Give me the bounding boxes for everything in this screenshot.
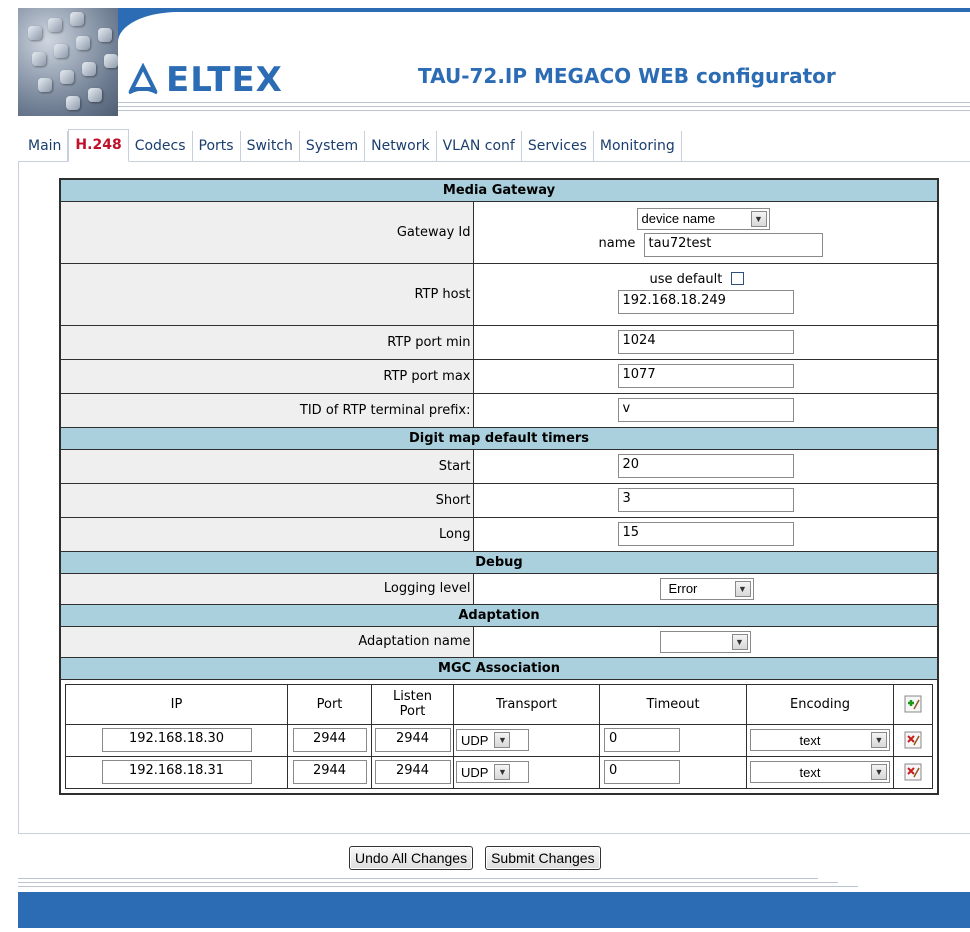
footer-line — [18, 878, 818, 879]
footer-line — [18, 882, 838, 883]
chevron-down-icon: ▼ — [731, 633, 748, 650]
h248-panel: Media Gateway Gateway Id device name ▼ n… — [18, 162, 970, 834]
tab-h248[interactable]: H.248 — [68, 129, 129, 162]
col-encoding: Encoding — [746, 683, 894, 725]
rtp-host-input[interactable]: 192.168.18.249 — [617, 290, 794, 314]
mgc-row: 192.168.18.31 2944 2944 UDP ▼ 0 text ▼ — [65, 755, 933, 789]
tab-switch[interactable]: Switch — [241, 131, 300, 161]
rtp-port-min-label: RTP port min — [59, 324, 474, 360]
logo-text: ELTEX — [166, 60, 283, 100]
rtp-host-label: RTP host — [59, 262, 474, 326]
tab-network[interactable]: Network — [365, 131, 437, 161]
tab-monitoring[interactable]: Monitoring — [594, 131, 682, 161]
h248-settings-table: Media Gateway Gateway Id device name ▼ n… — [59, 178, 939, 795]
rtp-port-min-input[interactable]: 1024 — [617, 330, 794, 354]
mgc-port-input[interactable]: 2944 — [292, 728, 367, 752]
mgc-ip-input[interactable]: 192.168.18.31 — [101, 760, 252, 784]
chevron-down-icon: ▼ — [750, 210, 767, 227]
section-debug: Debug — [59, 550, 939, 574]
short-timer-input[interactable]: 3 — [617, 488, 794, 512]
mgc-association-table: IP Port Listen Port Transport Timeout En… — [65, 683, 933, 789]
chevron-down-icon: ▼ — [494, 764, 511, 780]
long-timer-input[interactable]: 15 — [617, 522, 794, 546]
adaptation-name-select[interactable]: ▼ — [659, 630, 751, 653]
section-media-gateway: Media Gateway — [59, 178, 939, 202]
mgc-listen-port-input[interactable]: 2944 — [374, 728, 451, 752]
header: ELTEX TAU-72.IP MEGACO WEB configurator — [0, 0, 970, 130]
top-bar-curve — [118, 12, 970, 46]
rtp-host-cell: use default 192.168.18.249 — [472, 262, 939, 326]
rtp-port-max-label: RTP port max — [59, 358, 474, 394]
tab-codecs[interactable]: Codecs — [129, 131, 193, 161]
eltex-logo-icon — [128, 63, 158, 95]
use-default-label: use default — [649, 272, 723, 287]
long-timer-label: Long — [59, 516, 474, 552]
mgc-row: 192.168.18.30 2944 2944 UDP ▼ 0 text ▼ — [65, 723, 933, 757]
col-port: Port — [287, 683, 372, 725]
add-row-icon[interactable] — [904, 695, 922, 713]
keypad-photo — [18, 8, 118, 116]
tab-system[interactable]: System — [300, 131, 366, 161]
mgc-encoding-select[interactable]: text ▼ — [750, 729, 890, 751]
tid-prefix-label: TID of RTP terminal prefix: — [59, 392, 474, 428]
start-timer-input[interactable]: 20 — [617, 454, 794, 478]
chevron-down-icon: ▼ — [871, 764, 887, 780]
gateway-id-cell: device name ▼ name tau72test — [472, 200, 939, 264]
logging-level-select[interactable]: Error ▼ — [659, 577, 754, 600]
eltex-logo: ELTEX — [126, 60, 283, 100]
mgc-transport-select[interactable]: UDP ▼ — [456, 729, 529, 751]
main-tabs: Main H.248 Codecs Ports Switch System Ne… — [18, 128, 970, 162]
mgc-transport-select[interactable]: UDP ▼ — [456, 761, 529, 783]
col-listen-port: Listen Port — [371, 683, 454, 725]
chevron-down-icon: ▼ — [734, 580, 751, 597]
col-actions — [893, 683, 933, 725]
col-transport: Transport — [453, 683, 600, 725]
adaptation-name-label: Adaptation name — [59, 625, 474, 658]
submit-changes-button[interactable]: Submit Changes — [485, 846, 601, 870]
mgc-listen-port-input[interactable]: 2944 — [374, 760, 451, 784]
undo-all-changes-button[interactable]: Undo All Changes — [349, 846, 474, 870]
tab-vlan-conf[interactable]: VLAN conf — [437, 131, 522, 161]
tab-ports[interactable]: Ports — [193, 131, 241, 161]
footer-bar — [18, 892, 970, 928]
gateway-name-label: name — [598, 235, 636, 251]
tab-main[interactable]: Main — [18, 131, 69, 161]
mgc-port-input[interactable]: 2944 — [292, 760, 367, 784]
delete-row-icon[interactable] — [904, 731, 922, 749]
gateway-name-input[interactable]: tau72test — [643, 232, 823, 257]
mgc-timeout-input[interactable]: 0 — [604, 728, 680, 752]
chevron-down-icon: ▼ — [871, 732, 887, 748]
gateway-id-type-select[interactable]: device name ▼ — [636, 207, 770, 230]
page-title: TAU-72.IP MEGACO WEB configurator — [418, 64, 836, 88]
section-adaptation: Adaptation — [59, 603, 939, 627]
tid-prefix-input[interactable]: v — [617, 398, 794, 422]
section-digit-map: Digit map default timers — [59, 426, 939, 450]
mgc-encoding-select[interactable]: text ▼ — [750, 761, 890, 783]
delete-row-icon[interactable] — [904, 763, 922, 781]
col-timeout: Timeout — [599, 683, 747, 725]
use-default-checkbox[interactable] — [730, 272, 744, 285]
col-ip: IP — [65, 683, 288, 725]
form-actions: Undo All Changes Submit Changes — [349, 846, 601, 870]
chevron-down-icon: ▼ — [494, 732, 511, 748]
logging-level-label: Logging level — [59, 572, 474, 605]
mgc-ip-input[interactable]: 192.168.18.30 — [101, 728, 252, 752]
footer-line — [18, 886, 858, 887]
short-timer-label: Short — [59, 482, 474, 518]
tab-services[interactable]: Services — [522, 131, 594, 161]
gateway-id-label: Gateway Id — [59, 200, 474, 264]
rtp-port-max-input[interactable]: 1077 — [617, 364, 794, 388]
mgc-timeout-input[interactable]: 0 — [604, 760, 680, 784]
start-timer-label: Start — [59, 448, 474, 484]
section-mgc-association: MGC Association — [59, 656, 939, 680]
